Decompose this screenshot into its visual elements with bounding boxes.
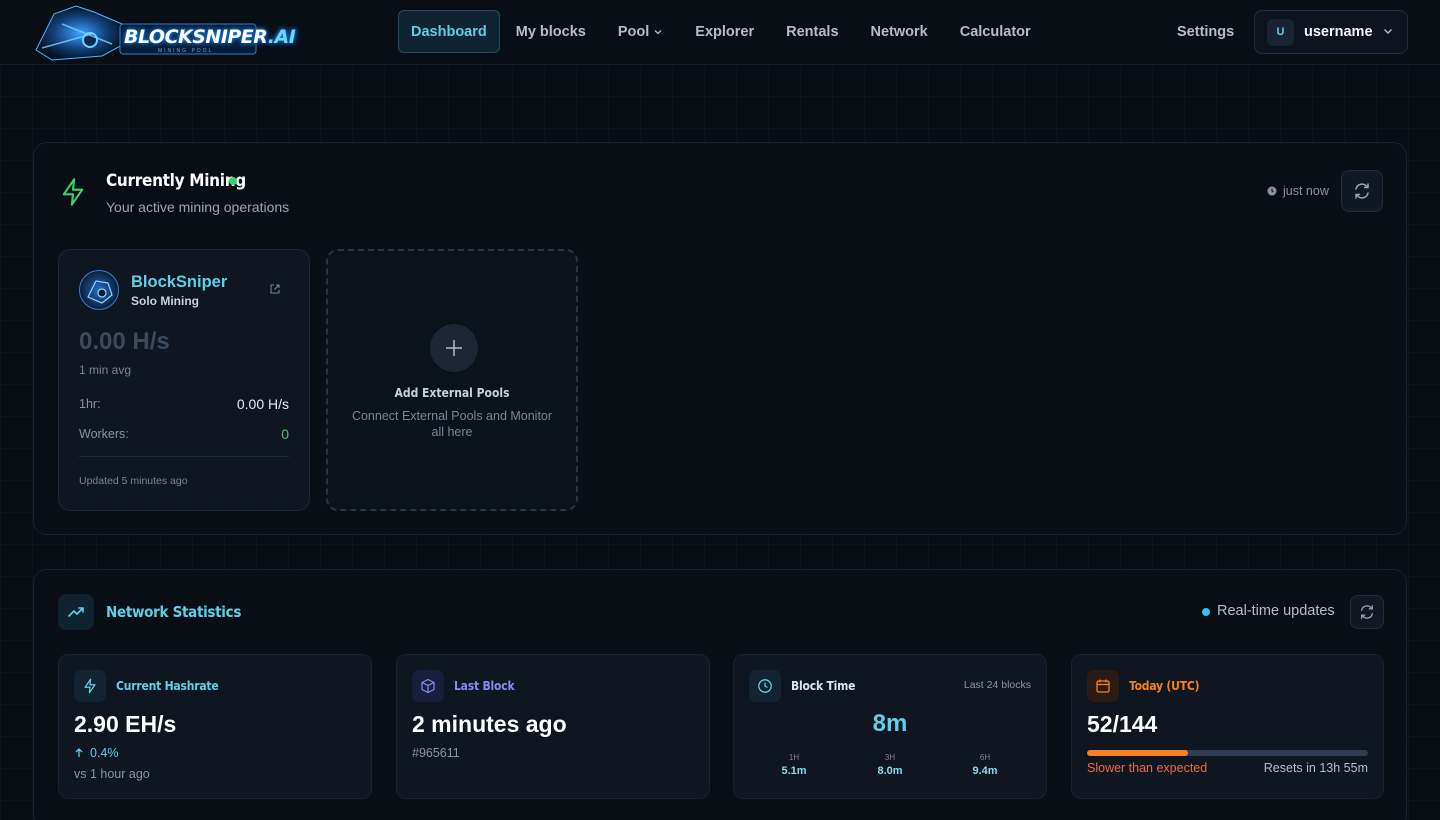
add-subtitle: Connect External Pools and Monitor all h…: [351, 409, 553, 439]
plus-icon: [446, 340, 462, 356]
hashrate-compare: vs 1 hour ago: [74, 767, 150, 781]
chevron-down-icon: [654, 29, 662, 34]
refresh-icon: [1355, 183, 1369, 199]
trending-up-icon: [58, 594, 94, 630]
nav-my-blocks[interactable]: My blocks: [500, 10, 602, 53]
nav-settings[interactable]: Settings: [1177, 24, 1234, 40]
pool-type: Solo Mining: [131, 294, 199, 308]
today-status: Slower than expected: [1087, 761, 1208, 775]
add-title: Add External Pools: [394, 386, 510, 400]
refresh-button[interactable]: [1341, 170, 1383, 212]
logo-subtext: MINING POOL: [158, 48, 214, 54]
realtime-label: Real-time updates: [1217, 603, 1335, 619]
hashrate-value: 2.90 EH/s: [74, 711, 177, 737]
chevron-down-icon: [1384, 29, 1392, 34]
pool-hashrate-label: 1 min avg: [79, 363, 132, 377]
clock-icon: [1267, 186, 1277, 196]
nav-rentals[interactable]: Rentals: [770, 10, 854, 53]
block-time-3h: 3H 8.0m: [877, 753, 903, 777]
arrow-up-icon: [75, 748, 83, 757]
nav-links: Dashboard My blocks Pool Explorer Rental…: [398, 10, 1047, 53]
add-external-pools-card[interactable]: Add External Pools Connect External Pool…: [326, 249, 578, 511]
lightning-icon: [62, 178, 84, 206]
stat-title: Today (UTC): [1129, 679, 1200, 693]
hashrate-change: 0.4%: [74, 746, 119, 760]
today-progress-bar: [1087, 750, 1368, 756]
last-block-value: 2 minutes ago: [412, 711, 567, 737]
workers-value: 0: [281, 426, 289, 442]
status-indicator: [229, 177, 237, 185]
block-time-value: 8m: [872, 710, 908, 737]
username-label: username: [1304, 24, 1373, 40]
nav-explorer[interactable]: Explorer: [679, 10, 770, 53]
refresh-icon: [1361, 605, 1373, 619]
top-navbar: BLOCKSNIPER.AI MINING POOL Dashboard My …: [0, 0, 1440, 65]
hr-value: 0.00 H/s: [236, 396, 289, 412]
block-height[interactable]: #965611: [412, 746, 460, 760]
add-button[interactable]: [430, 324, 478, 372]
stat-today: Today (UTC) 52/144 Slower than expected …: [1071, 654, 1384, 799]
nav-dashboard[interactable]: Dashboard: [398, 10, 500, 53]
section-subtitle: Your active mining operations: [106, 199, 290, 215]
block-time-6h: 6H 9.4m: [972, 753, 998, 777]
lightning-icon: [74, 670, 106, 702]
section-title: Currently Mining: [106, 171, 246, 191]
pool-name: BlockSniper: [131, 273, 228, 291]
stat-title: Last Block: [454, 679, 515, 693]
currently-mining-card: Currently Mining Your active mining oper…: [33, 142, 1407, 535]
hr-label: 1hr:: [79, 397, 101, 411]
divider: [79, 456, 289, 457]
cube-icon: [412, 670, 444, 702]
brand-logo[interactable]: BLOCKSNIPER.AI MINING POOL: [32, 4, 296, 62]
workers-label: Workers:: [79, 427, 129, 441]
external-link-icon[interactable]: [269, 283, 281, 295]
pool-card-blocksniper[interactable]: BlockSniper Solo Mining 0.00 H/s 1 min a…: [58, 249, 310, 511]
last-updated: just now: [1267, 184, 1329, 198]
today-reset: Resets in 13h 55m: [1263, 761, 1368, 775]
stat-block-time: Block Time Last 24 blocks 8m 1H 5.1m 3H …: [733, 654, 1047, 799]
section-title: Network Statistics: [106, 603, 242, 621]
block-time-1h: 1H 5.1m: [781, 753, 807, 777]
logo-text: BLOCKSNIPER.AI: [124, 26, 296, 48]
today-progress-fill: [1087, 750, 1189, 756]
stat-current-hashrate: Current Hashrate 2.90 EH/s 0.4% vs 1 hou…: [58, 654, 372, 799]
today-value: 52/144: [1087, 711, 1158, 737]
pool-logo-icon: [79, 270, 119, 310]
nav-pool[interactable]: Pool: [602, 10, 679, 53]
clock-icon: [749, 670, 781, 702]
stat-title: Current Hashrate: [116, 679, 219, 693]
pool-updated: Updated 5 minutes ago: [79, 475, 188, 487]
refresh-button[interactable]: [1350, 595, 1384, 629]
network-statistics-card: Network Statistics Real-time updates Cur…: [33, 569, 1407, 820]
pool-hashrate: 0.00 H/s: [79, 328, 170, 355]
realtime-indicator: [1202, 608, 1210, 616]
nav-calculator[interactable]: Calculator: [944, 10, 1047, 53]
stat-last-block: Last Block 2 minutes ago #965611: [396, 654, 710, 799]
stat-title: Block Time: [791, 679, 856, 693]
avatar: U: [1267, 18, 1294, 46]
nav-network[interactable]: Network: [855, 10, 944, 53]
calendar-icon: [1087, 670, 1119, 702]
block-time-note: Last 24 blocks: [963, 679, 1031, 691]
user-menu[interactable]: U username: [1254, 10, 1408, 54]
